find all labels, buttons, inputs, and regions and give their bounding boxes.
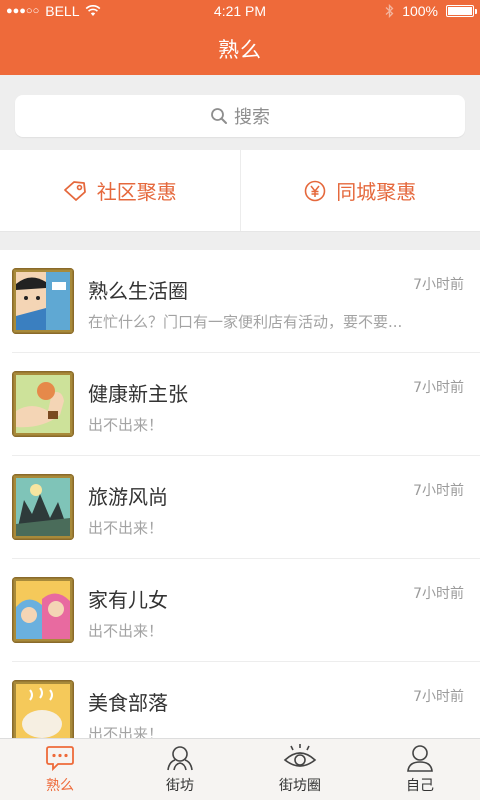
group-time: 7小时前	[413, 586, 464, 602]
list-item[interactable]: 家有儿女 7小时前 出不出来！	[12, 559, 480, 662]
page-title: 熟么	[218, 38, 262, 62]
city-deals-button[interactable]: 同城聚惠	[239, 150, 480, 231]
search-input[interactable]: 搜索	[15, 95, 465, 137]
group-time: 7小时前	[413, 277, 464, 293]
deals-bar: 社区聚惠 同城聚惠	[0, 150, 480, 232]
community-deals-button[interactable]: 社区聚惠	[0, 150, 240, 231]
group-name: 家有儿女	[88, 588, 168, 612]
tag-icon	[63, 180, 86, 201]
group-time: 7小时前	[413, 483, 464, 499]
group-last-message: 出不出来！	[88, 416, 164, 434]
tab-label: 熟么	[46, 778, 74, 794]
search-icon	[211, 108, 227, 124]
group-name: 健康新主张	[88, 382, 188, 406]
group-avatar-family	[12, 577, 74, 643]
chat-icon	[46, 746, 74, 772]
group-avatar-health	[12, 371, 74, 437]
tab-shume[interactable]: 熟么	[0, 739, 120, 800]
section-divider	[0, 232, 480, 250]
battery-icon	[446, 5, 477, 17]
person-icon	[407, 745, 433, 772]
list-item[interactable]: 熟么生活圈 7小时前 在忙什么？门口有一家便利店有活动，要不要...	[12, 250, 480, 353]
app-header: ●●●○○ BELL 4:21 PM 100% 熟么	[0, 0, 480, 75]
group-last-message: 出不出来！	[88, 519, 164, 537]
bluetooth-icon	[385, 4, 394, 18]
tab-neighbors[interactable]: 街坊	[120, 739, 240, 800]
group-avatar-travel	[12, 474, 74, 540]
battery-percent: 100%	[402, 3, 438, 19]
group-name: 熟么生活圈	[88, 279, 188, 303]
group-time: 7小时前	[413, 689, 464, 705]
community-deals-label: 社区聚惠	[96, 180, 177, 204]
group-list: 熟么生活圈 7小时前 在忙什么？门口有一家便利店有活动，要不要... 健康新主张…	[0, 250, 480, 765]
eye-icon	[283, 744, 317, 767]
tab-neighbor-circle[interactable]: 街坊圈	[240, 739, 360, 800]
group-last-message: 在忙什么？门口有一家便利店有活动，要不要...	[88, 313, 403, 331]
group-time: 7小时前	[413, 380, 464, 396]
neighbors-icon	[167, 746, 193, 771]
group-avatar-food	[12, 680, 74, 746]
search-area: 搜索	[0, 75, 480, 150]
group-name: 美食部落	[88, 691, 168, 715]
group-avatar-life	[12, 268, 74, 334]
search-placeholder: 搜索	[234, 107, 270, 128]
tab-me[interactable]: 自己	[360, 739, 480, 800]
tab-label: 街坊圈	[279, 778, 321, 794]
tab-bar: 熟么 街坊 街坊圈 自己	[0, 738, 480, 800]
tab-label: 自己	[406, 778, 434, 794]
tab-label: 街坊	[166, 778, 194, 794]
yen-icon	[304, 180, 326, 201]
group-name: 旅游风尚	[88, 485, 168, 509]
list-item[interactable]: 健康新主张 7小时前 出不出来！	[12, 353, 480, 456]
status-bar: ●●●○○ BELL 4:21 PM 100%	[0, 0, 480, 22]
list-item[interactable]: 旅游风尚 7小时前 出不出来！	[12, 456, 480, 559]
city-deals-label: 同城聚惠	[336, 180, 417, 204]
group-last-message: 出不出来！	[88, 622, 164, 640]
